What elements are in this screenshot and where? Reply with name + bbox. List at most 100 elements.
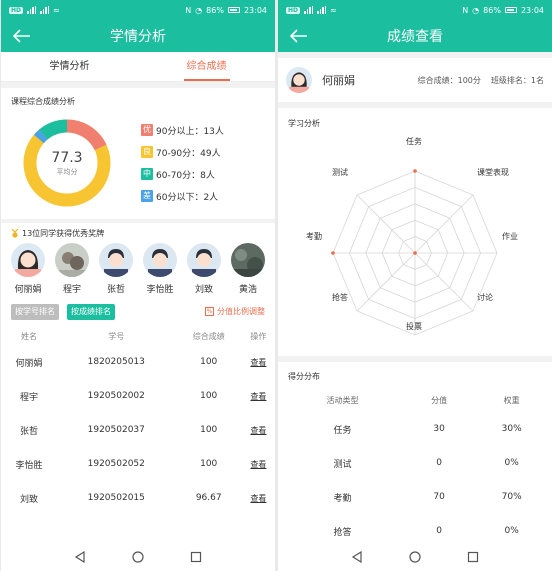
battery-percent: 86% — [483, 5, 501, 15]
battery-percent: 86% — [206, 5, 224, 15]
clock: 23:04 — [520, 5, 544, 15]
student-avatar-item[interactable]: 黄浩 — [231, 243, 265, 299]
nav-bar: 学情分析 — [1, 20, 275, 52]
col-score: 综合成绩 — [192, 331, 225, 341]
battery-icon — [504, 7, 517, 13]
cell-type: 任务 — [333, 425, 352, 436]
student-name: 李怡胜 — [146, 285, 174, 295]
signal-icon — [304, 6, 314, 14]
legend-tag: 优 — [141, 124, 153, 136]
student-name: 刘致 — [194, 285, 213, 295]
tab-learning-analysis[interactable]: 学情分析 — [1, 52, 138, 81]
rank-controls: 按学号排名 按成绩排名 % 分值比例调整 — [1, 299, 275, 321]
cell-score: 0 — [436, 458, 442, 468]
cell-score: 30 — [433, 424, 445, 434]
cell-name: 刘致 — [19, 494, 38, 505]
signal-icon — [317, 6, 327, 14]
radar-label-discussion: 讨论 — [477, 293, 493, 302]
rank-by-id-button[interactable]: 按学号排名 — [11, 303, 59, 320]
cell-id: 1920502002 — [87, 391, 145, 401]
view-link[interactable]: 查看 — [242, 379, 275, 413]
legend-text: 90分以上：13人 — [156, 126, 224, 137]
battery-icon — [227, 7, 240, 13]
system-nav-bar — [278, 543, 552, 571]
table-header: 姓名 学号 综合成绩 操作 — [1, 327, 275, 345]
back-arrow-icon[interactable] — [288, 26, 310, 46]
table-row: 张哲 1920502037 100 查看 — [1, 413, 275, 447]
average-score: 77.3 — [51, 149, 83, 166]
view-link[interactable]: 查看 — [242, 481, 275, 515]
cell-name: 张哲 — [19, 426, 38, 437]
right-phone: HD ≈ N ◔ 86% 23:04 成绩查看 何丽娟 综合成绩：100分 班级排… — [278, 0, 552, 571]
student-summary: 综合成绩：100分 班级排名：1名 — [418, 75, 544, 86]
adjust-ratio-button[interactable]: % 分值比例调整 — [205, 306, 265, 317]
table-header: 活动类型 分值 权重 — [278, 388, 552, 412]
legend-medium: 中 60-70分：8人 — [141, 168, 224, 181]
cell-weight: 0% — [504, 458, 519, 468]
recents-square-icon[interactable] — [467, 551, 479, 563]
cell-score: 100 — [200, 425, 218, 435]
student-name: 何丽娟 — [322, 74, 355, 87]
table-row: 任务 30 30% — [278, 412, 552, 446]
cell-score: 96.67 — [195, 493, 222, 503]
student-avatar-item[interactable]: 李怡胜 — [143, 243, 177, 299]
alarm-icon: ◔ — [195, 5, 203, 15]
wifi-icon: ≈ — [330, 5, 337, 15]
cell-id: 1820205013 — [87, 357, 145, 367]
radar-label-task: 任务 — [406, 137, 422, 146]
avatar — [11, 243, 45, 277]
page-title: 成绩查看 — [387, 29, 443, 45]
legend-tag: 中 — [141, 168, 153, 180]
radar-point-center — [413, 251, 417, 255]
col-weight: 权重 — [503, 395, 520, 405]
legend-poor: 差 60分以下：2人 — [141, 190, 224, 203]
back-triangle-icon[interactable] — [74, 551, 86, 563]
avatar — [286, 67, 312, 93]
student-avatar-item[interactable]: 程宇 — [55, 243, 89, 299]
home-circle-icon[interactable] — [409, 551, 421, 563]
home-circle-icon[interactable] — [132, 551, 144, 563]
col-id: 学号 — [108, 331, 125, 341]
score-items-table: 活动类型 分值 权重 任务 30 30% 测试 0 0% 考勤 70 70% 抢… — [278, 388, 552, 548]
view-link[interactable]: 查看 — [242, 447, 275, 481]
donut-chart: 77.3 平均分 — [17, 113, 127, 213]
average-label: 平均分 — [56, 167, 78, 176]
distribution-title: 得分分布 — [288, 372, 320, 381]
view-link[interactable]: 查看 — [242, 345, 275, 379]
legend-text: 60-70分：8人 — [156, 170, 215, 181]
table-row: 何丽娟 1820205013 100 查看 — [1, 345, 275, 379]
col-name: 姓名 — [20, 331, 37, 341]
tab-overall-score[interactable]: 综合成绩 — [138, 52, 275, 81]
student-name: 何丽娟 — [14, 285, 42, 295]
table-row: 考勤 70 70% — [278, 480, 552, 514]
view-link[interactable]: 查看 — [242, 413, 275, 447]
distribution-legend: 优 90分以上：13人 良 70-90分：49人 中 60-70分：8人 差 6… — [141, 124, 224, 203]
col-type: 活动类型 — [326, 395, 359, 405]
student-avatar-item[interactable]: 张哲 — [99, 243, 133, 299]
back-arrow-icon[interactable] — [11, 26, 33, 46]
legend-tag: 差 — [141, 190, 153, 202]
student-avatar-item[interactable]: 何丽娟 — [11, 243, 45, 299]
award-banner: 13位同学获得优秀奖牌 — [1, 223, 275, 239]
signal-icon — [40, 6, 50, 14]
back-triangle-icon[interactable] — [351, 551, 363, 563]
avatar — [99, 243, 133, 277]
student-avatar-item[interactable]: 刘致 — [187, 243, 221, 299]
recents-square-icon[interactable] — [190, 551, 202, 563]
table-row: 李怡胜 1920502052 100 查看 — [1, 447, 275, 481]
nfc-icon: N — [185, 5, 192, 15]
page-title: 学情分析 — [110, 29, 166, 45]
student-name: 张哲 — [106, 285, 125, 295]
student-name: 黄浩 — [238, 285, 257, 295]
radar-label-vote: 投票 — [406, 322, 422, 331]
table-row: 测试 0 0% — [278, 446, 552, 480]
radar-label-quickanswer: 抢答 — [332, 293, 348, 302]
avatar — [231, 243, 265, 277]
radar-label-homework: 作业 — [502, 232, 518, 241]
nav-bar: 成绩查看 — [278, 20, 552, 52]
cell-id: 1920502037 — [87, 425, 145, 435]
screens: HD ≈ N ◔ 86% 23:04 学情分析 学情分析 综合成绩 课程综合成绩… — [0, 0, 552, 571]
rank-by-score-button[interactable]: 按成绩排名 — [67, 303, 115, 320]
signal-icon — [27, 6, 37, 14]
radar-point-task — [413, 169, 417, 173]
